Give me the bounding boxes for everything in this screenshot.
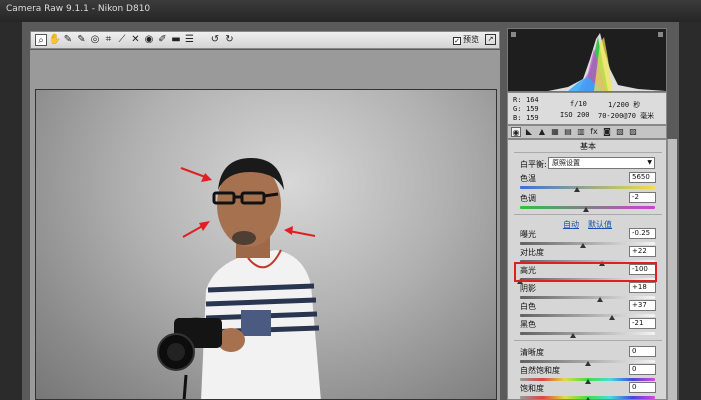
- exposure-slider-thumb[interactable]: [580, 243, 587, 248]
- whites-slider-thumb[interactable]: [608, 315, 615, 320]
- checkbox-icon[interactable]: ✓: [453, 37, 461, 45]
- vibrance-slider-thumb[interactable]: [584, 379, 591, 384]
- divider: [514, 214, 662, 215]
- divider: [514, 152, 662, 153]
- straighten-icon[interactable]: ⟋: [116, 34, 128, 46]
- color-sampler-icon[interactable]: ✎: [76, 34, 88, 46]
- photo-preview[interactable]: [35, 89, 497, 400]
- portrait-image: [157, 158, 321, 399]
- auto-link[interactable]: 自动: [563, 219, 579, 230]
- target-adjust-icon[interactable]: ◎: [89, 34, 101, 46]
- temperature-value-field[interactable]: 5650: [629, 172, 656, 183]
- toolbar: ✓ 预览 ↗ ⌕ ✋ ✎ ✎ ◎ ⌗ ⟋ ✕ ◉ ✐ ▬ ☰ ↺ ↻: [30, 31, 500, 49]
- divider: [514, 340, 662, 341]
- rotate-cw-icon[interactable]: ↻: [224, 34, 236, 46]
- whites-value-field[interactable]: +37: [629, 300, 656, 311]
- tint-label: 色调: [520, 194, 536, 203]
- split-toning-tab[interactable]: ▤: [563, 127, 573, 137]
- g-label: G:: [513, 105, 522, 113]
- shadows-value-field[interactable]: +18: [629, 282, 656, 293]
- effects-tab[interactable]: fx: [589, 127, 599, 137]
- saturation-value-field[interactable]: 0: [629, 382, 656, 393]
- exif-info-panel: R: 164 G: 159 B: 159 f/10 1/200 秒 ISO 20…: [507, 92, 667, 125]
- shirt-pocket: [241, 310, 271, 336]
- exposure-value-field[interactable]: -0.25: [629, 228, 656, 239]
- shadows-label: 阴影: [520, 284, 536, 293]
- blacks-slider[interactable]: [520, 332, 655, 335]
- fullscreen-icon[interactable]: ↗: [485, 34, 496, 45]
- white-balance-select[interactable]: 原照设置 ▼: [548, 157, 655, 169]
- presets-tab[interactable]: ▧: [615, 127, 625, 137]
- preview-label: 预览: [463, 35, 479, 44]
- whites-slider[interactable]: [520, 314, 655, 317]
- default-link[interactable]: 默认值: [588, 219, 612, 230]
- camera-calibration-tab[interactable]: ◙: [602, 127, 612, 137]
- blacks-slider-thumb[interactable]: [569, 333, 576, 338]
- shadow-clipping-warning-icon: [511, 32, 516, 37]
- list-icon[interactable]: ☰: [184, 34, 196, 46]
- contrast-value-field[interactable]: +22: [629, 246, 656, 257]
- vibrance-label: 自然饱和度: [520, 366, 560, 375]
- chevron-down-icon: ▼: [647, 159, 652, 166]
- lens-corrections-tab[interactable]: ▥: [576, 127, 586, 137]
- g-value: 159: [526, 105, 539, 113]
- tone-curve-tab[interactable]: ◣: [524, 127, 534, 137]
- r-value: 164: [526, 96, 539, 104]
- lens: 70-200@70 毫米: [598, 112, 655, 120]
- beard: [232, 231, 256, 245]
- clarity-label: 清晰度: [520, 348, 544, 357]
- red-eye-icon[interactable]: ◉: [143, 34, 155, 46]
- contrast-label: 对比度: [520, 248, 544, 257]
- clarity-slider-thumb[interactable]: [584, 361, 591, 366]
- b-label: B:: [513, 114, 522, 122]
- brush-icon[interactable]: ✐: [157, 34, 169, 46]
- window-title: Camera Raw 9.1.1 - Nikon D810: [6, 4, 151, 14]
- hand-icon[interactable]: ✋: [49, 34, 61, 46]
- panel-tab-bar: ◉ ◣ ▲ ▦ ▤ ▥ fx ◙ ▧ ▨: [507, 125, 667, 139]
- white-balance-label: 白平衡:: [520, 160, 547, 169]
- aperture: f/10: [570, 100, 587, 108]
- preview-checkbox[interactable]: ✓ 预览: [453, 34, 479, 46]
- rotate-ccw-icon[interactable]: ↺: [209, 34, 221, 46]
- window-title-bar: Camera Raw 9.1.1 - Nikon D810: [0, 0, 701, 22]
- eyedropper-icon[interactable]: ✎: [62, 34, 74, 46]
- whites-label: 白色: [520, 302, 536, 311]
- basic-tab[interactable]: ◉: [511, 127, 521, 137]
- spot-removal-icon[interactable]: ✕: [130, 34, 142, 46]
- highlight-clipping-warning-icon: [658, 32, 663, 37]
- shutter-speed: 1/200 秒: [608, 101, 641, 109]
- shadows-slider-thumb[interactable]: [596, 297, 603, 302]
- hsl-tab[interactable]: ▦: [550, 127, 560, 137]
- blacks-label: 黑色: [520, 320, 536, 329]
- tint-slider-thumb[interactable]: [583, 207, 590, 212]
- white-balance-value: 原照设置: [552, 159, 580, 167]
- histogram-graph: [508, 32, 666, 91]
- temperature-slider[interactable]: [520, 186, 655, 189]
- exposure-label: 曝光: [520, 230, 536, 239]
- shadows-slider[interactable]: [520, 296, 655, 299]
- temperature-label: 色温: [520, 174, 536, 183]
- b-value: 159: [526, 114, 539, 122]
- r-label: R:: [513, 96, 522, 104]
- vibrance-value-field[interactable]: 0: [629, 364, 656, 375]
- tint-value-field[interactable]: -2: [629, 192, 656, 203]
- graduated-filter-icon[interactable]: ▬: [170, 34, 182, 46]
- exposure-slider[interactable]: [520, 242, 655, 245]
- histogram: [507, 28, 667, 92]
- iso: ISO 200: [560, 111, 590, 119]
- clarity-value-field[interactable]: 0: [629, 346, 656, 357]
- blacks-value-field[interactable]: -21: [629, 318, 656, 329]
- panel-title: 基本: [580, 142, 596, 151]
- snapshots-tab[interactable]: ▨: [628, 127, 638, 137]
- lens-glass: [167, 343, 185, 361]
- detail-tab[interactable]: ▲: [537, 127, 547, 137]
- crop-icon[interactable]: ⌗: [103, 34, 115, 46]
- highlights-highlight-box: [514, 262, 657, 282]
- magnifier-icon[interactable]: ⌕: [35, 34, 47, 46]
- saturation-label: 饱和度: [520, 384, 544, 393]
- camera-strap: [182, 374, 188, 399]
- temperature-slider-thumb[interactable]: [573, 187, 580, 192]
- panel-scrollbar[interactable]: [667, 139, 677, 400]
